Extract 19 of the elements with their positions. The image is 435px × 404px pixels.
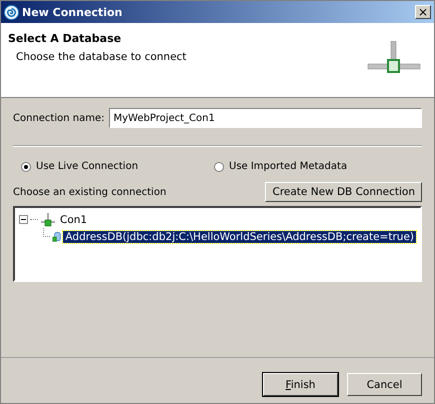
connector-icon (40, 212, 56, 226)
create-connection-button[interactable]: Create New DB Connection (265, 182, 422, 202)
close-button[interactable]: × (415, 5, 431, 19)
connection-name-field[interactable]: MyWebProject_Con1 (108, 108, 422, 128)
radio-button[interactable] (21, 162, 31, 172)
page-title: Select A Database (8, 32, 122, 45)
tree-item[interactable]: AddressDB(jdbc:db2j:C:\HelloWorldSeries\AddressDB;create=true) (63, 230, 416, 242)
dialog-button[interactable]: Cancel (347, 373, 422, 396)
existing-connection-label: Choose an existing connection (13, 186, 166, 198)
dialog-button[interactable]: Finish (263, 373, 338, 396)
radio-button[interactable] (214, 162, 224, 172)
window-title: New Connection (22, 6, 124, 18)
tree-item[interactable]: Con1 (58, 214, 90, 226)
connection-name-label: Connection name: (13, 112, 104, 124)
page-description: Choose the database to connect (16, 51, 186, 63)
radio-option[interactable]: Use Imported Metadata (214, 161, 407, 172)
collapse-toggle[interactable] (19, 215, 28, 224)
swirl-icon (4, 4, 19, 20)
radio-option[interactable]: Use Live Connection (21, 161, 214, 172)
